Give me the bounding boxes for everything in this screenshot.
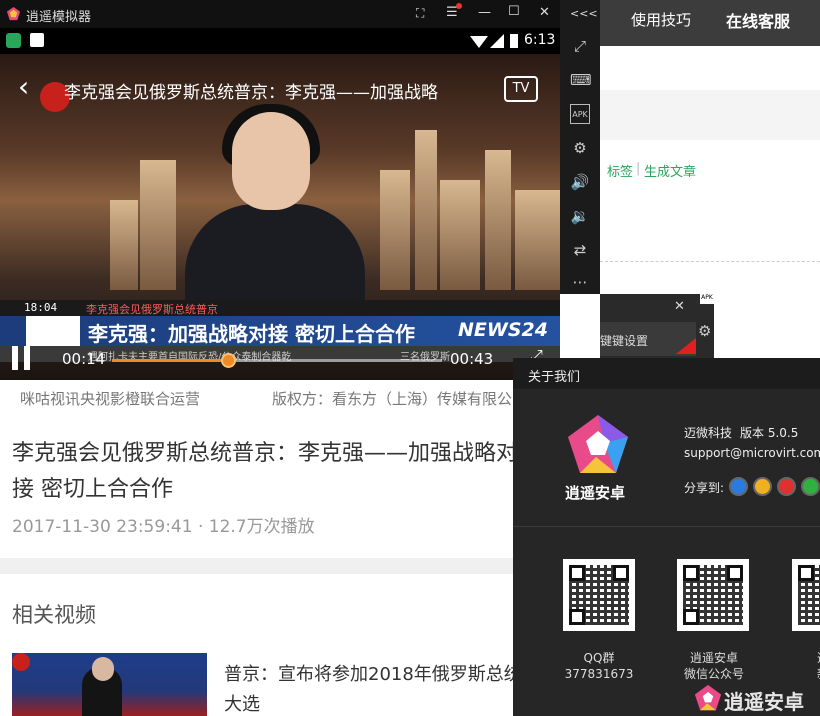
emulator-sidebar: <<< ⤢ ⌨ APK ⚙ 🔊 🔉 ⇄ ⋯	[560, 0, 600, 294]
memu-logo-icon	[568, 415, 628, 473]
qq-group-qr	[563, 559, 635, 631]
emulator-title: 逍遥模拟器	[26, 10, 92, 25]
article-title: 李克强会见俄罗斯总统普京：李克强——加强战略对接 密切上合合作	[12, 441, 519, 502]
fullscreen-button[interactable]: ⛶	[416, 6, 424, 21]
pause-icon[interactable]	[12, 346, 18, 370]
article-meta: 2017-11-30 23:59:41 · 12.7万次播放	[12, 517, 315, 537]
ticker-headline: 李克强：加强战略对接 密切上合合作	[88, 322, 415, 346]
minimize-button[interactable]: —	[478, 5, 491, 20]
copyright-text: 版权方：看东方（上海）传媒有限公	[272, 390, 513, 408]
qr-caption-3-sub: 新浪	[774, 666, 820, 682]
brand-name: 逍遥安卓	[565, 484, 626, 502]
operator-text: 咪咕视讯央视影橙联合运营	[20, 390, 201, 408]
current-time: 00:14	[62, 350, 106, 368]
about-title: 关于我们	[528, 370, 581, 385]
about-dialog-titlebar: 关于我们	[513, 358, 820, 389]
version-text: 版本 5.0.5	[740, 426, 799, 440]
status-time: 6:13	[524, 32, 556, 48]
qr-caption-1-sub: 377831673	[564, 667, 634, 681]
watermark-logo-icon	[694, 684, 722, 711]
weibo-qr	[792, 559, 820, 631]
apk-icon[interactable]: APK	[570, 104, 590, 124]
wechat-share-icon[interactable]	[801, 477, 820, 496]
weibo-share-icon[interactable]	[777, 477, 796, 496]
android-statusbar: 6:13	[0, 28, 560, 54]
maximize-button[interactable]: ☐	[508, 4, 520, 19]
close-button[interactable]: ✕	[539, 5, 550, 20]
rotate-icon[interactable]: ⇄	[570, 240, 590, 260]
signal-icon	[490, 34, 504, 48]
keyboard-icon[interactable]: ⌨	[570, 70, 592, 90]
red-corner-icon	[676, 338, 696, 354]
ticker-channel: NEWS24	[458, 319, 548, 341]
editor-header: 使用技巧 在线客服	[600, 0, 820, 46]
source-info-bar: 咪咕视讯央视影橙联合运营 版权方：看东方（上海）传媒有限公	[0, 380, 560, 414]
related-video-thumbnail[interactable]	[12, 653, 207, 716]
volume-down-icon[interactable]: 🔉	[570, 206, 590, 226]
qq-share-icon[interactable]	[729, 477, 748, 496]
battery-icon	[510, 34, 518, 48]
tv-cast-button[interactable]: TV	[504, 76, 538, 102]
wechat-qr	[677, 559, 749, 631]
qr-caption-2-sub: 微信公众号	[683, 667, 744, 681]
generate-article-link[interactable]: 生成文章	[644, 161, 696, 180]
wifi-icon	[470, 36, 488, 48]
section-divider	[0, 558, 560, 574]
video-header-title: 李克强会见俄罗斯总统普京：李克强——加强战略	[64, 83, 438, 103]
channel-logo	[12, 653, 30, 671]
notification-icon	[30, 33, 44, 47]
close-icon[interactable]: ✕	[674, 299, 685, 314]
ticker-time: 18:04	[24, 301, 58, 314]
more-icon[interactable]: ⋯	[570, 272, 590, 292]
emulator-titlebar: 逍遥模拟器 ⛶ ☰ — ☐ ✕	[0, 0, 560, 28]
qr-caption-3: 逍遥	[774, 650, 820, 666]
support-email[interactable]: support@microvirt.com	[684, 446, 820, 460]
ticker-topic: 李克强会见俄罗斯总统普京	[86, 303, 218, 316]
progress-track[interactable]	[112, 353, 442, 368]
store-icon	[6, 33, 21, 48]
watermark-text: 逍遥安卓	[724, 690, 804, 714]
progress-knob[interactable]	[220, 353, 236, 368]
qr-caption-2: 逍遥安卓	[689, 651, 738, 665]
apk-badge: APK	[700, 294, 714, 304]
company-name: 迈微科技	[684, 426, 733, 440]
volume-up-icon[interactable]: 🔊	[570, 172, 590, 192]
fullscreen-icon[interactable]: ⤢	[570, 36, 590, 56]
app-logo-icon	[6, 6, 21, 21]
back-arrow-icon[interactable]: ‹	[18, 70, 29, 103]
key-settings-label[interactable]: 键键设置	[600, 332, 648, 349]
ticker-topic-bar: 18:04 李克强会见俄罗斯总统普京	[0, 300, 560, 316]
ticker-headline-bar: 李克强：加强战略对接 密切上合合作 NEWS24	[0, 316, 560, 362]
related-video-title[interactable]: 普京：宣布将参加2018年俄罗斯总统大选	[224, 660, 524, 716]
related-videos-label: 相关视频	[12, 603, 96, 627]
key-settings-popup: ✕ APK 键键设置 ⚙	[600, 294, 714, 358]
tab-online-support[interactable]: 在线客服	[726, 8, 790, 32]
gear-icon[interactable]: ⚙	[698, 322, 711, 340]
editor-body: 标签 | 生成文章	[600, 46, 820, 294]
duration-time: 00:43	[450, 350, 494, 368]
about-dialog: 关于我们 逍遥安卓 迈微科技 版本 5.0.5 support@microvir…	[513, 358, 820, 716]
qr-caption-1: QQ群	[583, 651, 615, 665]
progress-fill	[112, 359, 228, 362]
tab-tips[interactable]: 使用技巧	[631, 9, 691, 30]
video-player[interactable]: ‹ 李克强会见俄罗斯总统普京：李克强——加强战略 TV 18:04 李克强会见俄…	[0, 54, 560, 380]
collapse-icon[interactable]: <<<	[570, 4, 598, 24]
notification-dot	[456, 3, 462, 9]
qzone-share-icon[interactable]	[753, 477, 772, 496]
share-label: 分享到:	[684, 481, 725, 495]
tags-link[interactable]: 标签	[607, 161, 633, 180]
emulator-window: 逍遥模拟器 ⛶ ☰ — ☐ ✕ 6:13 ‹ 李克强会见俄罗斯总统普京：李克强—…	[0, 0, 560, 716]
settings-icon[interactable]: ⚙	[570, 138, 590, 158]
